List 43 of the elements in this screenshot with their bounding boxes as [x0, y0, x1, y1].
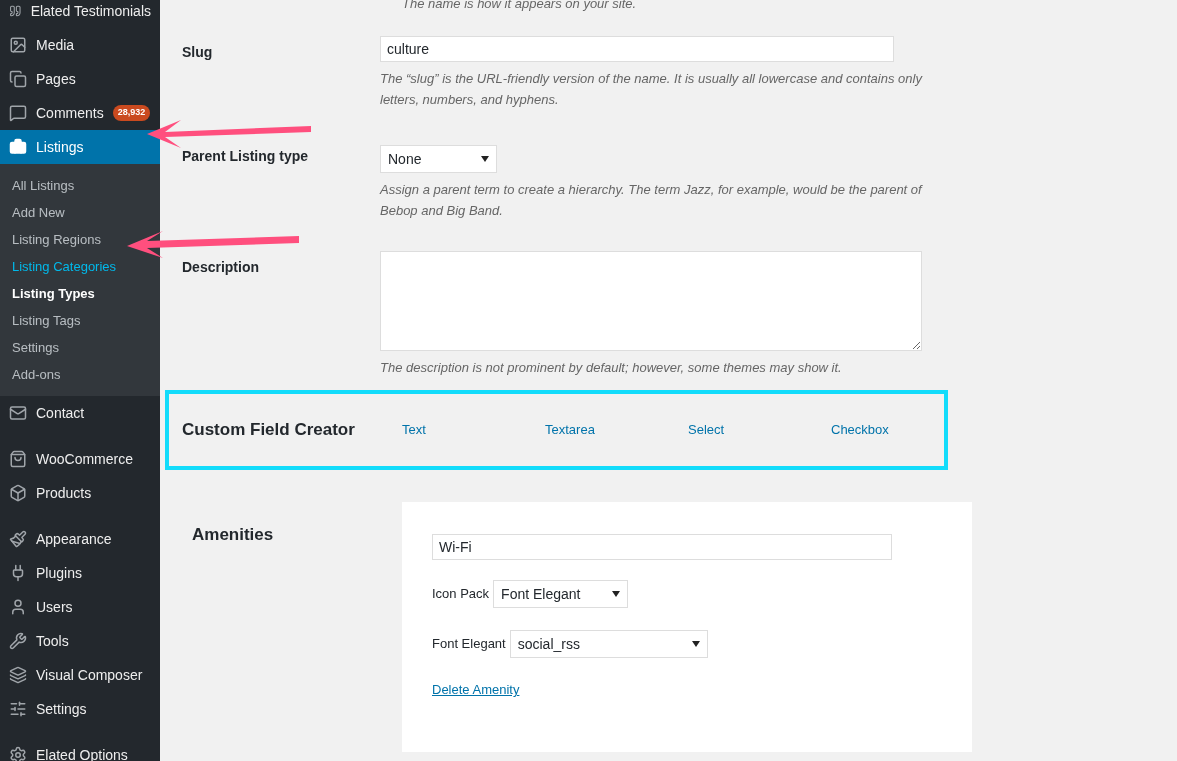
- sidebar-item[interactable]: Media: [0, 28, 160, 62]
- field-hint: The description is not prominent by default; however, some themes may show it.: [380, 359, 843, 377]
- field-label: Slug: [181, 43, 214, 62]
- delete-amenity-link[interactable]: Delete Amenity: [432, 680, 520, 700]
- sidebar-item[interactable]: Appearance: [0, 522, 160, 556]
- sidebar-item[interactable]: Settings: [0, 692, 160, 726]
- sidebar-item[interactable]: Tools: [0, 624, 160, 658]
- sidebar-item[interactable]: Comments 28,932: [0, 96, 160, 130]
- parent-select[interactable]: None: [380, 145, 497, 173]
- sidebar-item[interactable]: Pages: [0, 62, 160, 96]
- field-label: Font Elegant: [432, 635, 506, 654]
- section-title: Amenities: [191, 524, 275, 546]
- section-title: Custom Field Creator: [181, 419, 356, 442]
- submenu-item[interactable]: Listing Types: [0, 280, 107, 307]
- field-type-link[interactable]: Text: [402, 420, 545, 440]
- field-label: Icon Pack: [432, 585, 490, 604]
- submenu-item[interactable]: Listing Tags: [0, 307, 93, 334]
- submenu-item[interactable]: All Listings: [0, 172, 87, 199]
- field-hint: The “slug” is the URL-friendly version of the name. It is usually all lowercase and contains only letters, numbers, and hyphens.: [380, 70, 924, 109]
- sidebar-item[interactable]: Products: [0, 476, 160, 510]
- sidebar-item[interactable]: Contact: [0, 396, 160, 430]
- submenu-item[interactable]: Settings: [0, 334, 71, 361]
- icon-pack-select[interactable]: Font Elegant: [493, 580, 629, 608]
- sidebar-item[interactable]: Users: [0, 590, 160, 624]
- count-badge: 28,932: [112, 105, 151, 121]
- sidebar-item[interactable]: Listings: [0, 130, 160, 164]
- field-type-link[interactable]: Select: [688, 420, 831, 440]
- submenu-item[interactable]: Add-ons: [0, 361, 73, 388]
- submenu-item[interactable]: Listing Regions: [0, 226, 113, 253]
- icon-select[interactable]: social_rss: [509, 630, 708, 658]
- submenu-item[interactable]: Add New: [0, 199, 77, 226]
- field-hint: Assign a parent term to create a hierarchy. The term Jazz, for example, would be the parent of Bebop and Big Band.: [380, 181, 924, 220]
- amenity-name-input[interactable]: Wi-Fi: [432, 534, 892, 560]
- field-label: Description: [181, 258, 260, 277]
- field-label: Parent Listing type: [181, 147, 310, 166]
- field-type-link[interactable]: Checkbox: [831, 420, 974, 440]
- field-type-link[interactable]: Textarea: [545, 420, 688, 440]
- slug-input[interactable]: culture: [380, 36, 894, 62]
- sidebar-item[interactable]: Plugins: [0, 556, 160, 590]
- sidebar-item[interactable]: WooCommerce: [0, 442, 160, 476]
- sidebar-item[interactable]: Elated Testimonials: [0, 0, 160, 28]
- sidebar-item[interactable]: Visual Composer: [0, 658, 160, 692]
- submenu-item[interactable]: Listing Categories: [0, 253, 129, 280]
